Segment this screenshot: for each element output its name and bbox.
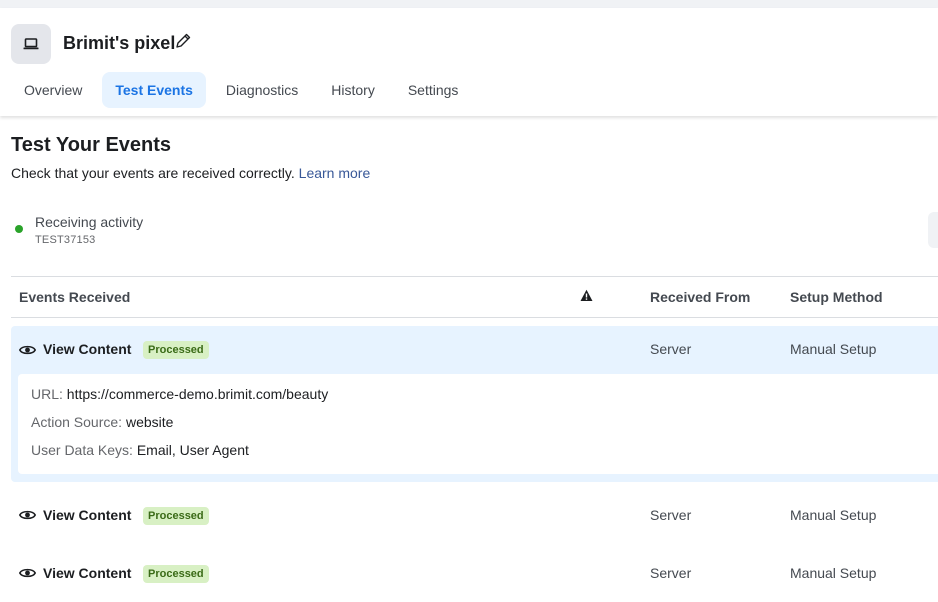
status-dot (15, 225, 23, 233)
table-row[interactable]: View Content Processed Server Manual Set… (11, 562, 938, 586)
setup-method-cell: Manual Setup (790, 341, 877, 357)
received-from-cell: Server (650, 507, 692, 523)
warning-icon (580, 289, 593, 301)
detail-value: Email, User Agent (136, 442, 249, 458)
tab-history[interactable]: History (318, 72, 388, 108)
table-header: Events Received Received From Setup Meth… (11, 276, 938, 318)
setup-method-cell: Manual Setup (790, 565, 877, 581)
tab-settings[interactable]: Settings (395, 72, 472, 108)
column-events-received[interactable]: Events Received (19, 289, 130, 305)
tab-diagnostics[interactable]: Diagnostics (213, 72, 311, 108)
status-badge: Processed (143, 341, 209, 359)
status-label: Receiving activity (35, 214, 144, 230)
status-badge: Processed (143, 507, 209, 525)
column-setup-method[interactable]: Setup Method (790, 289, 883, 305)
detail-action-source: Action Source: website (31, 414, 173, 430)
detail-key: URL: (31, 386, 63, 402)
pencil-icon[interactable] (174, 32, 192, 50)
received-from-cell: Server (650, 565, 692, 581)
table-row[interactable]: View Content Processed Server Manual Set… (11, 504, 938, 528)
pixel-header: Brimit's pixel Overview Test Events Diag… (0, 8, 938, 116)
events-table: Events Received Received From Setup Meth… (11, 276, 938, 583)
pixel-title: Brimit's pixel (63, 33, 176, 53)
page-title: Test Your Events (11, 134, 172, 156)
detail-key: User Data Keys: (31, 442, 133, 458)
learn-more-link[interactable]: Learn more (299, 165, 371, 181)
column-received-from[interactable]: Received From (650, 289, 750, 305)
tab-overview[interactable]: Overview (11, 72, 95, 108)
detail-key: Action Source: (31, 414, 123, 430)
eye-icon (19, 510, 36, 520)
tab-bar: Overview Test Events Diagnostics History… (11, 72, 478, 108)
subtitle-text: Check that your events are received corr… (11, 165, 295, 181)
detail-value: https://commerce-demo.brimit.com/beauty (66, 386, 329, 402)
tab-test-events[interactable]: Test Events (102, 72, 206, 108)
event-name: View Content (43, 507, 132, 523)
expanded-event-row[interactable]: View Content Processed Server Manual Set… (11, 326, 938, 482)
detail-user-data-keys: User Data Keys: Email, User Agent (31, 442, 249, 458)
event-name: View Content (43, 565, 132, 581)
detail-url: URL: https://commerce-demo.brimit.com/be… (31, 386, 328, 402)
event-name: View Content (43, 341, 132, 357)
event-details: URL: https://commerce-demo.brimit.com/be… (18, 374, 938, 474)
page-subtitle: Check that your events are received corr… (11, 165, 370, 181)
detail-value: website (125, 414, 174, 430)
test-code: TEST37153 (35, 234, 96, 246)
received-from-cell: Server (650, 341, 692, 357)
laptop-icon (11, 24, 51, 64)
status-badge: Processed (143, 565, 209, 583)
eye-icon (19, 568, 36, 578)
eye-icon (19, 345, 36, 355)
side-action-button[interactable] (928, 212, 938, 248)
top-strip (0, 0, 938, 8)
setup-method-cell: Manual Setup (790, 507, 877, 523)
